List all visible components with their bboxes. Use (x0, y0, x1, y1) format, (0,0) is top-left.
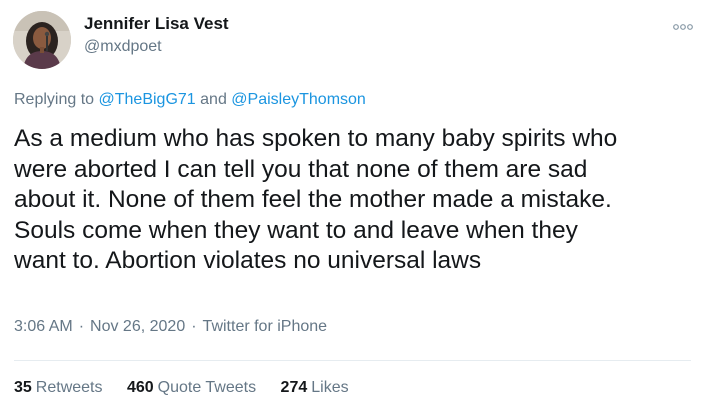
meta-separator: · (78, 318, 85, 335)
tweet-card: Jennifer Lisa Vest @mxdpoet Replying to … (0, 0, 705, 412)
mention-link-1[interactable]: @TheBigG71 (99, 91, 196, 108)
replying-to-line: Replying to @TheBigG71 and @PaisleyThoms… (14, 91, 366, 109)
replying-to-label: Replying to (14, 91, 95, 108)
tweet-date[interactable]: Nov 26, 2020 (90, 318, 185, 336)
author-handle[interactable]: @mxdpoet (84, 38, 162, 56)
quote-tweets-count: 460 (126, 379, 154, 396)
quote-tweets-stat[interactable]: 460 Quote Tweets (127, 379, 256, 397)
retweets-label: Retweets (35, 379, 103, 396)
likes-stat[interactable]: 274 Likes (281, 379, 349, 397)
tweet-time[interactable]: 3:06 AM (14, 318, 73, 336)
more-dots-icon[interactable] (672, 20, 694, 32)
author-display-name[interactable]: Jennifer Lisa Vest (84, 14, 229, 34)
avatar-image (13, 11, 71, 69)
retweets-stat[interactable]: 35 Retweets (14, 379, 103, 397)
likes-label: Likes (311, 379, 349, 396)
tweet-source[interactable]: Twitter for iPhone (203, 318, 328, 336)
replying-to-conjunction: and (200, 91, 227, 108)
meta-separator: · (191, 318, 197, 335)
avatar[interactable] (13, 11, 71, 69)
likes-count: 274 (280, 379, 308, 396)
mention-link-2[interactable]: @PaisleyThomson (231, 91, 366, 108)
tweet-metadata: 3:06 AM · Nov 26, 2020 · Twitter for iPhone (14, 318, 327, 336)
tweet-body-text: As a medium who has spoken to many baby … (14, 125, 618, 274)
quote-tweets-label: Quote Tweets (157, 379, 257, 396)
retweets-count: 35 (14, 379, 32, 396)
engagement-stats: 35 Retweets 460 Quote Tweets 274 Likes (14, 379, 369, 397)
divider (14, 360, 691, 361)
